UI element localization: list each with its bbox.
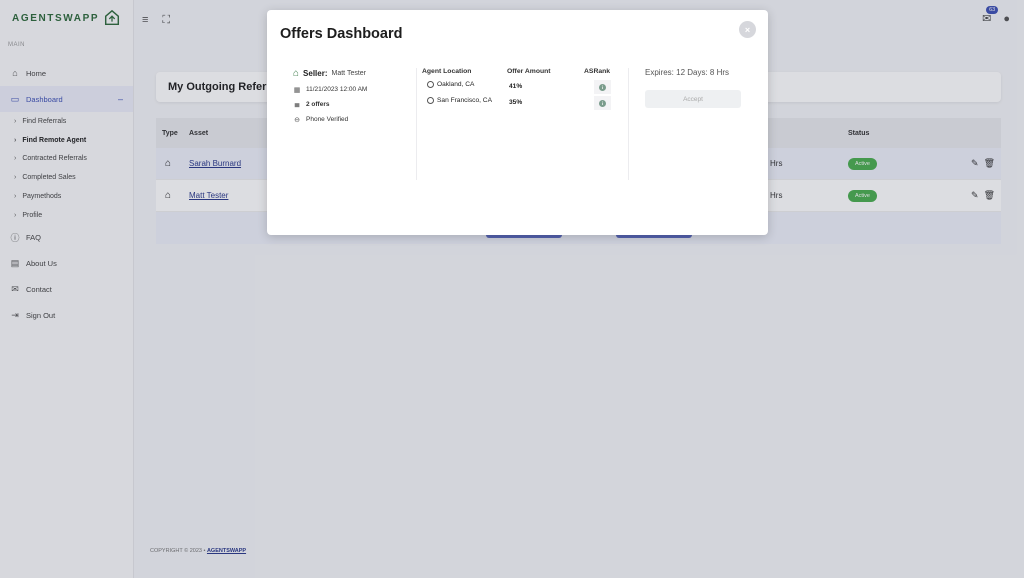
rank-info-icon[interactable]: i	[599, 100, 606, 107]
col-agent-location: Agent Location	[422, 68, 472, 75]
divider	[628, 68, 629, 180]
verified-row: ⊖ Phone Verified	[293, 115, 413, 124]
close-button[interactable]: ×	[739, 21, 756, 38]
calendar-icon: ▦	[293, 86, 301, 94]
seller-row: ⌂ Seller: Matt Tester	[293, 68, 413, 79]
expires-text: Expires: 12 Days: 8 Hrs	[645, 68, 730, 77]
agent-location: San Francisco, CA	[437, 97, 492, 104]
date-row: ▦ 11/21/2023 12:00 AM	[293, 85, 413, 94]
offer-option[interactable]: Oakland, CA	[427, 81, 474, 88]
offers-count: 2 offers	[306, 101, 330, 108]
accept-button[interactable]: Accept	[645, 90, 741, 108]
rank-info-icon[interactable]: i	[599, 84, 606, 91]
radio-button[interactable]	[427, 97, 434, 104]
verification-status: Phone Verified	[306, 116, 349, 123]
accept-panel: Expires: 12 Days: 8 Hrs Accept	[645, 68, 755, 180]
offer-amount: 35%	[509, 99, 523, 106]
offer-option[interactable]: San Francisco, CA	[427, 97, 492, 104]
offer-amount: 41%	[509, 83, 523, 90]
house-icon: ⌂	[293, 68, 300, 79]
modal-title: Offers Dashboard	[280, 26, 403, 42]
col-asrank: ASRank	[584, 68, 611, 75]
close-icon: ×	[744, 24, 751, 35]
stack-icon: ≣	[294, 101, 300, 109]
verified-icon: ⊖	[294, 116, 300, 124]
agent-location: Oakland, CA	[437, 81, 475, 88]
offers-dashboard-modal: Offers Dashboard × ⌂ Seller: Matt Tester…	[267, 10, 768, 235]
offers-table: Agent Location Offer Amount ASRank Oakla…	[422, 68, 622, 180]
listing-date: 11/21/2023 12:00 AM	[306, 86, 368, 93]
radio-button[interactable]	[427, 81, 434, 88]
seller-info: ⌂ Seller: Matt Tester ▦ 11/21/2023 12:00…	[293, 68, 413, 180]
seller-name: Matt Tester	[331, 70, 367, 77]
col-offer-amount: Offer Amount	[507, 68, 551, 75]
divider	[416, 68, 417, 180]
seller-label: Seller:	[303, 69, 328, 78]
offers-row: ≣ 2 offers	[293, 100, 413, 109]
